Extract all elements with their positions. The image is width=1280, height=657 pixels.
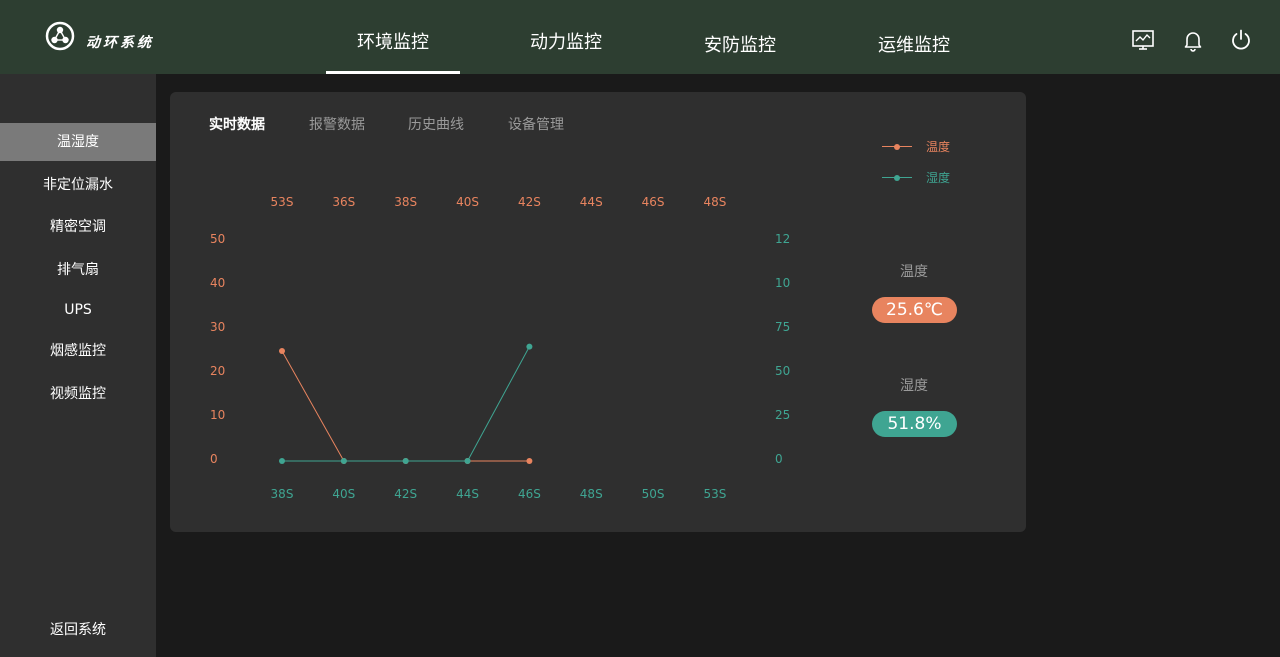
x-top-tick-label: 40S <box>456 195 479 209</box>
y-right-tick-label: 50 <box>775 364 791 378</box>
y-right-tick-label: 25 <box>775 408 791 422</box>
realtime-panel: 实时数据 报警数据 历史曲线 设备管理 温度 湿度 53S 36S 38S 40S 42… <box>170 92 1026 532</box>
humidity-data-point[interactable] <box>464 458 471 464</box>
legend-temperature-swatch <box>882 143 912 150</box>
legend-humidity-swatch <box>882 174 912 181</box>
x-top-tick-label: 44S <box>579 195 603 209</box>
humidity-reading-value: 51.8% <box>872 411 957 437</box>
bell-icon[interactable] <box>1181 28 1205 52</box>
x-top-tick-label: 42S <box>517 195 541 209</box>
power-icon[interactable] <box>1229 28 1253 52</box>
sidebar-item-video[interactable]: 视频监控 <box>0 375 156 413</box>
y-right-tick-label: 10 <box>775 276 791 290</box>
sidebar-item-exhaust-fan[interactable]: 排气扇 <box>0 251 156 289</box>
monitor-icon[interactable] <box>1131 28 1155 52</box>
legend-humidity: 湿度 <box>882 169 950 186</box>
temperature-data-point[interactable] <box>279 348 285 354</box>
legend-temperature: 温度 <box>882 138 950 155</box>
x-bottom-tick-label: 42S <box>394 487 418 501</box>
humidity-data-point[interactable] <box>526 343 533 350</box>
y-left-tick-label: 50 <box>210 232 226 246</box>
x-top-tick-label: 46S <box>641 195 665 209</box>
x-bottom-tick-label: 40S <box>332 487 356 501</box>
nav-tab-environment[interactable]: 环境监控 <box>326 28 460 74</box>
humidity-reading-label: 湿度 <box>900 378 928 394</box>
legend-humidity-label: 湿度 <box>926 171 951 185</box>
app-brand: 动环系统 <box>86 35 154 51</box>
nav-tab-security[interactable]: 安防监控 <box>704 31 776 57</box>
humidity-data-point[interactable] <box>279 458 285 464</box>
temperature-data-point[interactable] <box>526 458 533 464</box>
back-to-system-button[interactable]: 返回系统 <box>0 611 156 649</box>
x-bottom-tick-label: 38S <box>270 487 294 501</box>
sidebar-item-temp-humidity[interactable]: 温湿度 <box>0 123 156 161</box>
y-right-tick-label: 12 <box>775 232 791 246</box>
y-left-tick-label: 10 <box>210 408 226 422</box>
sidebar-item-precision-ac[interactable]: 精密空调 <box>0 208 156 246</box>
x-bottom-tick-label: 50S <box>641 487 665 501</box>
x-bottom-tick-label: 46S <box>517 487 541 501</box>
legend-temperature-label: 温度 <box>926 140 951 154</box>
sidebar: 温湿度 非定位漏水 精密空调 排气扇 UPS 烟感监控 视频监控 返回系统 <box>0 74 156 657</box>
y-left-tick-label: 20 <box>210 364 226 378</box>
sidebar-item-smoke[interactable]: 烟感监控 <box>0 332 156 370</box>
humidity-series-line <box>282 346 530 462</box>
y-left-tick-label: 30 <box>210 320 226 334</box>
network-logo-icon <box>45 21 75 51</box>
y-left-tick-label: 40 <box>210 276 226 290</box>
y-right-tick-label: 75 <box>775 320 791 334</box>
humidity-data-point[interactable] <box>402 458 409 464</box>
x-bottom-tick-label: 48S <box>579 487 603 501</box>
temperature-series-line <box>281 350 530 462</box>
temperature-reading-value: 25.6℃ <box>872 297 957 323</box>
humidity-data-point[interactable] <box>340 458 347 464</box>
nav-tab-power[interactable]: 动力监控 <box>530 28 602 54</box>
y-right-tick-label: 0 <box>775 452 783 466</box>
chart-svg <box>279 343 533 464</box>
temperature-reading-label: 温度 <box>900 264 928 280</box>
x-top-tick-label: 36S <box>332 195 356 209</box>
sidebar-item-ups[interactable]: UPS <box>0 291 156 329</box>
x-bottom-tick-label: 53S <box>703 487 727 501</box>
y-left-tick-label: 0 <box>210 452 218 466</box>
x-top-tick-label: 38S <box>394 195 418 209</box>
x-top-tick-label: 53S <box>270 195 294 209</box>
x-top-tick-label: 48S <box>703 195 727 209</box>
top-navigation-bar: 动环系统 环境监控 动力监控 安防监控 运维监控 <box>0 0 1280 74</box>
nav-tab-operations[interactable]: 运维监控 <box>878 31 950 57</box>
sidebar-item-water-leak[interactable]: 非定位漏水 <box>0 166 156 204</box>
x-bottom-tick-label: 44S <box>456 487 479 501</box>
